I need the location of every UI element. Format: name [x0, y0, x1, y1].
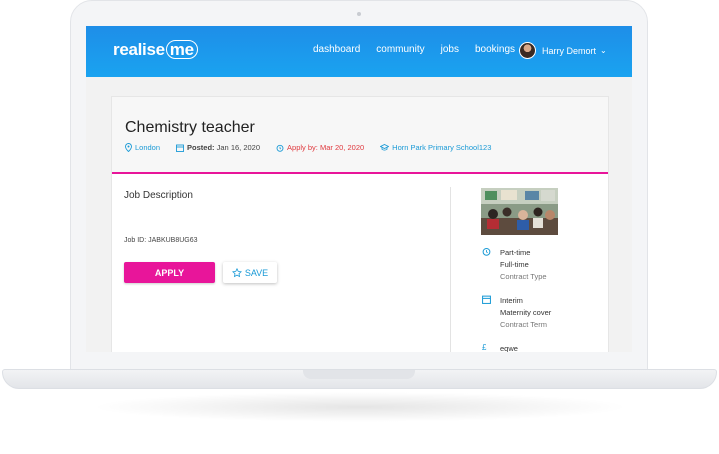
location-text: London: [135, 143, 161, 152]
logo-badge: me: [165, 40, 198, 59]
nav-link-bookings[interactable]: bookings: [475, 44, 515, 55]
calendar-icon: [482, 295, 491, 304]
job-card: Chemistry teacher London Posted: Jan 16,…: [111, 96, 609, 352]
salary-value: eqwe: [500, 344, 518, 352]
job-id: Job ID: JABKUB8UG63: [124, 237, 198, 244]
nav-link-jobs[interactable]: jobs: [441, 44, 459, 55]
nav-links: dashboard community jobs bookings: [313, 44, 531, 55]
contract-type-value: Part-time: [500, 248, 531, 257]
contract-term-group: Interim Maternity cover Contract Term: [482, 295, 551, 331]
camera-dot: [357, 12, 361, 16]
laptop-shadow: [90, 392, 630, 422]
star-icon: [231, 267, 242, 277]
job-title: Chemistry teacher: [125, 119, 255, 136]
user-menu[interactable]: Harry Demort ⌄: [519, 42, 607, 59]
school-item[interactable]: Horn Park Primary School123: [380, 143, 491, 152]
posted-label: Posted:: [187, 143, 215, 152]
contract-term-value: Maternity cover: [500, 308, 552, 317]
graduation-cap-icon: [380, 144, 390, 151]
contract-term-value: Interim: [500, 296, 523, 305]
salary-group: £ eqwe: [482, 343, 518, 352]
column-divider: [450, 187, 451, 352]
pound-icon: £: [482, 343, 487, 352]
location-item: London: [125, 143, 160, 152]
chevron-down-icon: ⌄: [600, 46, 607, 55]
job-header: Chemistry teacher London Posted: Jan 16,…: [112, 97, 608, 174]
location-pin-icon: [125, 143, 132, 152]
save-label: SAVE: [244, 267, 269, 278]
screen: realise me dashboard community jobs booki…: [86, 26, 632, 352]
job-meta: London Posted: Jan 16, 2020 Apply by: Ma…: [125, 143, 507, 152]
navbar: realise me dashboard community jobs booki…: [86, 26, 632, 77]
contract-type-label: Contract Type: [500, 272, 547, 281]
calendar-icon: [176, 144, 184, 152]
contract-type-value: Full-time: [500, 260, 529, 269]
contract-term-label: Contract Term: [500, 320, 547, 329]
apply-by-label: Apply by:: [287, 143, 318, 152]
apply-by-item: Apply by: Mar 20, 2020: [276, 143, 364, 152]
apply-button[interactable]: APPLY: [124, 262, 215, 283]
contract-type-group: Part-time Full-time Contract Type: [482, 247, 547, 283]
description-heading: Job Description: [124, 190, 193, 201]
posted-date: Jan 16, 2020: [216, 143, 261, 152]
nav-link-community[interactable]: community: [376, 44, 424, 55]
posted-item: Posted: Jan 16, 2020: [176, 143, 260, 152]
logo-text: realise: [113, 40, 165, 59]
school-link: Horn Park Primary School123: [392, 143, 492, 152]
alarm-clock-icon: [276, 144, 284, 152]
alarm-clock-icon: [482, 247, 491, 256]
logo[interactable]: realise me: [113, 40, 198, 60]
user-name: Harry Demort: [542, 45, 597, 56]
avatar: [519, 42, 536, 59]
laptop-notch: [303, 370, 415, 379]
save-button[interactable]: SAVE: [223, 262, 277, 283]
nav-link-dashboard[interactable]: dashboard: [313, 44, 360, 55]
school-photo: [481, 188, 558, 235]
apply-by-date: Mar 20, 2020: [319, 143, 365, 152]
